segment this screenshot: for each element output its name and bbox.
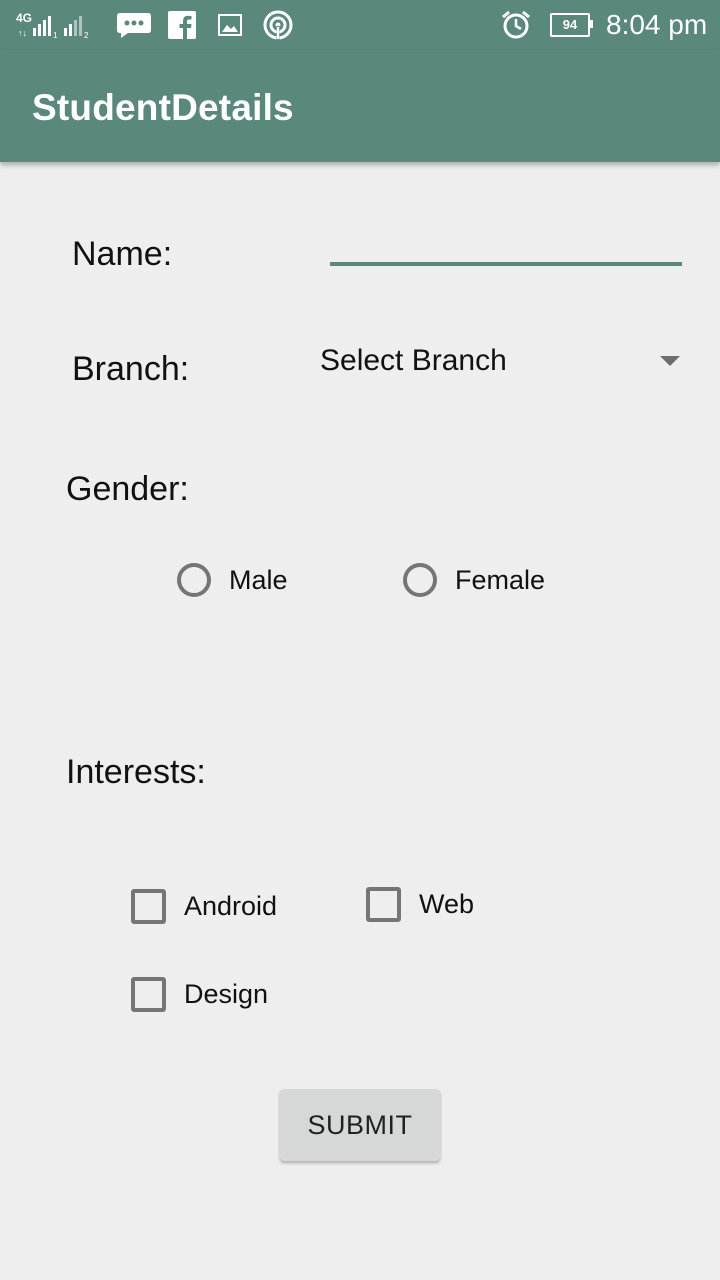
battery-icon: 94	[550, 0, 593, 50]
hotspot-icon	[262, 0, 294, 50]
radio-female-label: Female	[455, 564, 546, 595]
svg-text:↑↓: ↑↓	[18, 28, 27, 38]
status-bar: 4G ↑↓ 1 2 94 8:04 pm	[0, 0, 720, 50]
radio-female[interactable]: Female	[403, 563, 545, 597]
checkbox-unchecked-icon	[131, 889, 166, 924]
app-bar: StudentDetails	[0, 50, 720, 162]
checkbox-design[interactable]: Design	[131, 977, 268, 1012]
sim1-text: 1	[53, 31, 58, 40]
radio-male-label: Male	[229, 564, 288, 595]
checkbox-design-label: Design	[184, 979, 269, 1009]
gender-label: Gender:	[66, 470, 189, 508]
image-icon	[218, 0, 242, 50]
radio-unchecked-icon	[177, 563, 211, 597]
battery-level-text: 94	[550, 13, 590, 37]
checkbox-web-label: Web	[419, 889, 475, 919]
signal-icon: 4G ↑↓ 1 2	[16, 0, 112, 50]
checkbox-android[interactable]: Android	[131, 889, 277, 924]
name-input[interactable]	[330, 222, 682, 260]
checkbox-android-label: Android	[184, 891, 278, 921]
interests-label: Interests:	[66, 753, 206, 791]
name-label: Name:	[72, 235, 173, 273]
checkbox-unchecked-icon	[366, 887, 401, 922]
sim2-text: 2	[84, 31, 89, 40]
branch-spinner[interactable]: Select Branch	[320, 340, 685, 390]
facebook-icon	[168, 0, 196, 50]
clock-text: 8:04 pm	[606, 9, 708, 40]
branch-spinner-value: Select Branch	[320, 344, 507, 377]
submit-button[interactable]: SUBMIT	[280, 1089, 440, 1161]
radio-male[interactable]: Male	[177, 563, 288, 597]
app-title: StudentDetails	[32, 87, 294, 128]
message-icon	[116, 0, 152, 50]
checkbox-web[interactable]: Web	[366, 887, 474, 922]
alarm-icon	[500, 0, 532, 50]
dropdown-arrow-icon	[660, 356, 680, 366]
radio-unchecked-icon	[403, 563, 437, 597]
branch-label: Branch:	[72, 350, 190, 388]
checkbox-unchecked-icon	[131, 977, 166, 1012]
name-input-underline	[330, 262, 682, 266]
network-type-text: 4G	[16, 11, 32, 25]
